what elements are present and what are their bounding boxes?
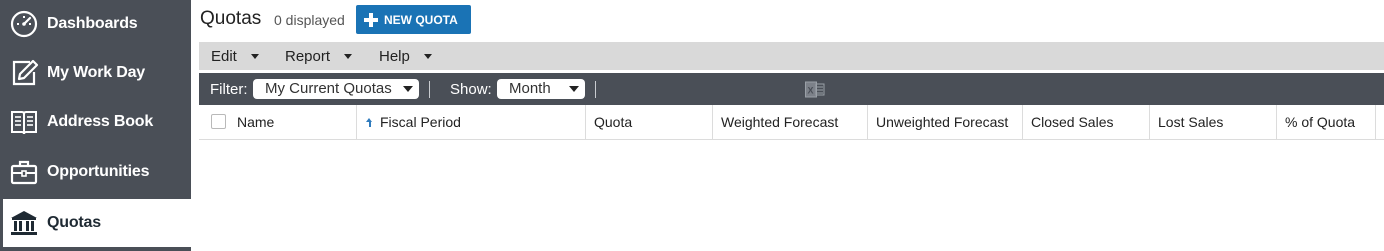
menu-report-label: Report: [285, 47, 331, 65]
column-label: Name: [237, 114, 275, 130]
filter-bar: Filter: My Current Quotas Show: Month X: [199, 73, 1384, 105]
menu-edit[interactable]: Edit: [211, 42, 259, 70]
excel-export-icon[interactable]: X: [805, 81, 825, 98]
sidebar-item-label: My Work Day: [47, 64, 145, 81]
menu-help-label: Help: [379, 47, 410, 65]
address-book-icon: [9, 107, 39, 137]
select-all-checkbox[interactable]: [211, 114, 226, 129]
filter-select[interactable]: My Current Quotas: [253, 79, 419, 99]
show-select[interactable]: Month: [497, 79, 585, 99]
menu-report[interactable]: Report: [285, 42, 353, 70]
sidebar: Dashboards My Work Day Address Book Oppo…: [0, 0, 191, 251]
show-label: Show:: [450, 81, 492, 98]
column-label: Lost Sales: [1158, 114, 1224, 130]
sidebar-item-label: Dashboards: [47, 15, 138, 32]
gauge-icon: [9, 9, 39, 39]
page-title: Quotas: [200, 8, 262, 29]
svg-text:X: X: [808, 86, 814, 96]
sidebar-item-address-book[interactable]: Address Book: [0, 98, 191, 146]
sidebar-item-quotas[interactable]: Quotas: [3, 199, 191, 247]
column-label: Closed Sales: [1031, 114, 1114, 130]
column-header-fiscal-period[interactable]: Fiscal Period: [357, 105, 586, 139]
menu-help[interactable]: Help: [379, 42, 432, 70]
column-header-quota[interactable]: Quota: [586, 105, 713, 139]
menu-edit-label: Edit: [211, 47, 237, 65]
bank-icon: [9, 208, 39, 238]
caret-down-icon: [344, 53, 353, 59]
grid-body: [199, 140, 1384, 251]
column-header-weighted-forecast[interactable]: Weighted Forecast: [713, 105, 868, 139]
column-label: Quota: [594, 114, 633, 130]
caret-down-icon: [250, 53, 259, 59]
divider: [595, 81, 596, 98]
column-header-closed-sales[interactable]: Closed Sales: [1023, 105, 1150, 139]
menu-bar: Edit Report Help: [199, 42, 1384, 70]
new-quota-label: NEW QUOTA: [384, 12, 458, 27]
sidebar-item-dashboards[interactable]: Dashboards: [0, 0, 191, 48]
column-header-percent-of-quota[interactable]: % of Quota: [1277, 105, 1376, 139]
column-label: Weighted Forecast: [721, 114, 839, 130]
edit-icon: [9, 58, 39, 88]
show-select-value: Month: [509, 80, 551, 97]
sidebar-item-label: Quotas: [47, 214, 101, 231]
filter-label: Filter:: [210, 81, 248, 98]
sort-ascending-icon: [365, 117, 374, 127]
record-count: 0 displayed: [274, 12, 345, 28]
column-label: Fiscal Period: [380, 114, 461, 130]
plus-icon: [364, 12, 378, 27]
column-header-unweighted-forecast[interactable]: Unweighted Forecast: [868, 105, 1023, 139]
divider: [429, 81, 430, 98]
sidebar-item-label: Opportunities: [47, 163, 150, 180]
briefcase-icon: [9, 157, 39, 187]
column-header-lost-sales[interactable]: Lost Sales: [1150, 105, 1277, 139]
chevron-down-icon: [569, 86, 579, 92]
grid-header: Name Fiscal Period Quota Weighted Foreca…: [199, 105, 1384, 140]
filter-select-value: My Current Quotas: [265, 80, 392, 97]
chevron-down-icon: [403, 86, 413, 92]
sidebar-item-my-work-day[interactable]: My Work Day: [0, 49, 191, 97]
column-label: Unweighted Forecast: [876, 114, 1009, 130]
sidebar-item-label: Address Book: [47, 113, 154, 130]
sidebar-item-opportunities[interactable]: Opportunities: [0, 148, 191, 196]
new-quota-button[interactable]: NEW QUOTA: [356, 5, 471, 34]
column-label: % of Quota: [1285, 114, 1356, 130]
column-header-name[interactable]: Name: [229, 105, 357, 139]
caret-down-icon: [423, 53, 432, 59]
